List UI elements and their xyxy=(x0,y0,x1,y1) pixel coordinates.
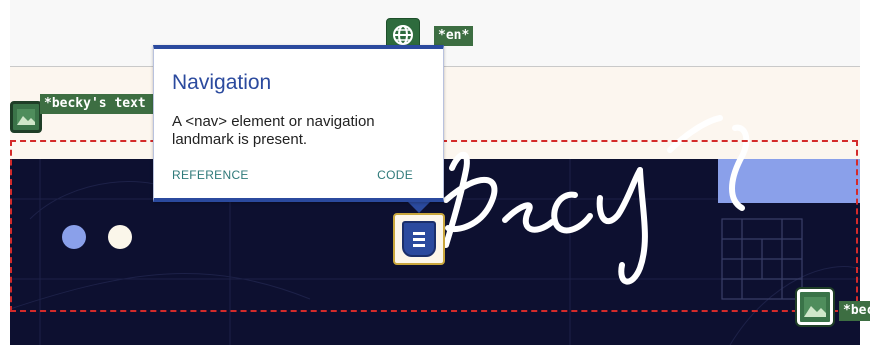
image-alt-tag: *beck xyxy=(839,301,870,321)
navigation-tooltip: Navigation A <nav> element or navigation… xyxy=(153,45,444,202)
image-icon[interactable] xyxy=(10,101,42,133)
carousel-dot-cream[interactable] xyxy=(108,225,132,249)
image-icon[interactable] xyxy=(797,289,833,325)
tooltip-title: Navigation xyxy=(172,71,272,94)
code-link[interactable]: CODE xyxy=(377,168,413,182)
language-tag: *en* xyxy=(434,26,474,46)
navigation-landmark-icon[interactable] xyxy=(393,213,445,265)
image-alt-tag: *becky's text lo xyxy=(40,94,168,114)
tooltip-description: A <nav> element or navigation landmark i… xyxy=(172,113,375,148)
reference-link[interactable]: REFERENCE xyxy=(172,168,249,182)
decorative-blue-block xyxy=(718,159,860,203)
carousel-dot-blue[interactable] xyxy=(62,225,86,249)
menu-icon xyxy=(402,221,436,257)
